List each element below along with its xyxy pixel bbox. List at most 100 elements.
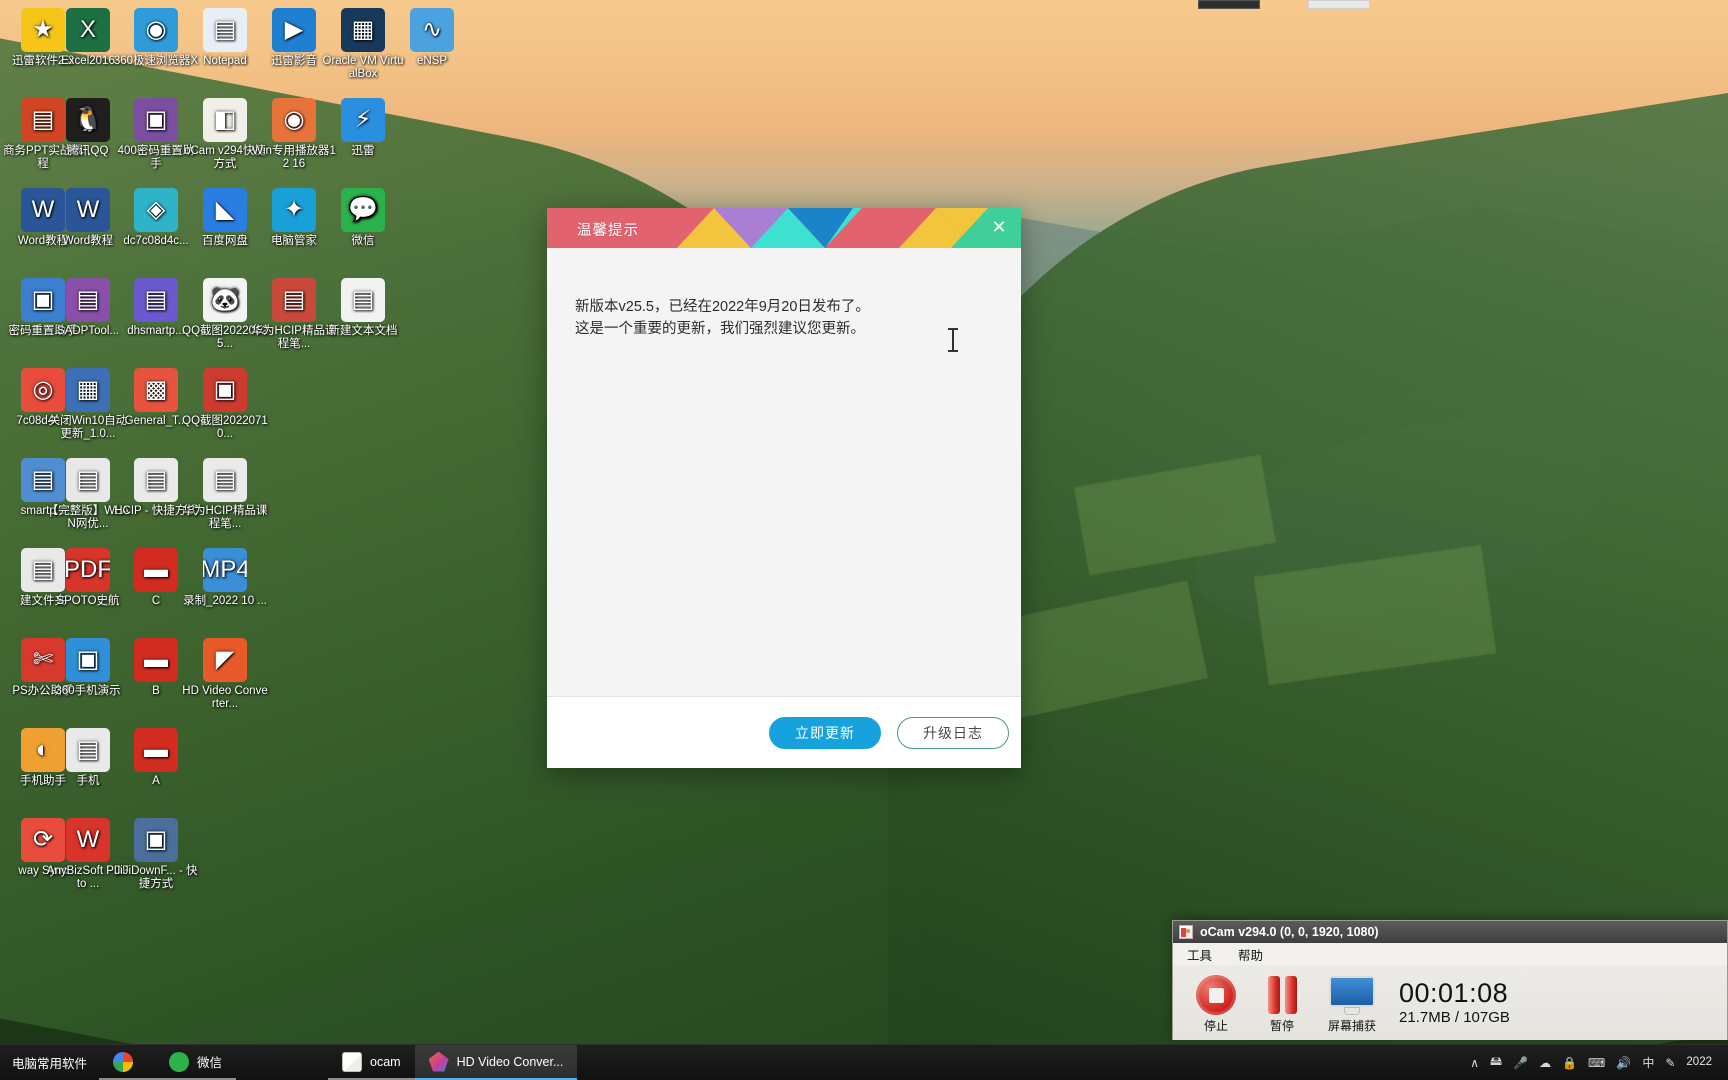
stop-button-label: 停止 — [1203, 1019, 1228, 1033]
desktop-icon-label: HD Video Converter... — [182, 685, 268, 710]
tray-volume-icon[interactable]: 🔊 — [1616, 1056, 1631, 1070]
close-icon[interactable]: ✕ — [987, 216, 1011, 240]
menu-tools[interactable]: 工具 — [1183, 944, 1216, 965]
desktop-icon[interactable]: ⚡ 迅雷 — [320, 98, 406, 158]
ocam-titlebar[interactable]: oCam v294.0 (0, 0, 1920, 1080) — [1173, 921, 1727, 943]
desktop-icon-label: 迅雷 — [351, 145, 375, 157]
taskbar-item-hd-video-converter-label: HD Video Conver... — [456, 1054, 564, 1069]
pause-icon — [1253, 973, 1311, 1017]
desktop-icon-glyph-icon: ∿ — [410, 8, 454, 52]
start-label: 电脑常用软件 — [12, 1057, 88, 1071]
ocam-title-text: oCam v294.0 (0, 0, 1920, 1080) — [1200, 925, 1379, 939]
desktop-icon-glyph-icon: ▤ — [272, 278, 316, 322]
desktop-icon-glyph-icon: ◉ — [134, 8, 178, 52]
desktop-icon-glyph-icon: ▣ — [66, 638, 110, 682]
desktop-icon-glyph-icon: ▤ — [203, 8, 247, 52]
desktop-icon-glyph-icon: 🐧 — [66, 98, 110, 142]
desktop-icon[interactable]: ∿ eNSP — [389, 8, 475, 68]
dialog-message-line-1: 新版本v25.5，已经在2022年9月20日发布了。 — [575, 299, 870, 315]
tray-microphone-icon[interactable]: 🎤 — [1513, 1056, 1528, 1070]
changelog-button[interactable]: 升级日志 — [897, 716, 1009, 749]
stop-icon — [1187, 973, 1245, 1017]
desktop-icon[interactable]: ▣ JiJiDownF... - 快捷方式 — [113, 818, 199, 890]
screen-capture-button[interactable]: 屏幕捕获 — [1319, 973, 1385, 1034]
desktop-icon[interactable]: ▤ 华为HCIP精品课程笔... — [182, 458, 268, 530]
taskbar-clock[interactable]: 2022 — [1686, 1056, 1718, 1069]
background-field — [1073, 454, 1277, 576]
strip-light — [1308, 0, 1370, 9]
tray-cloud-icon[interactable]: ☁ — [1539, 1056, 1551, 1070]
stop-button[interactable]: 停止 — [1187, 973, 1245, 1034]
desktop-icon-glyph-icon: MP4 — [203, 548, 247, 592]
menu-help[interactable]: 帮助 — [1234, 944, 1267, 965]
desktop-icon-glyph-icon: ▤ — [66, 458, 110, 502]
desktop-icon-glyph-icon: ▣ — [203, 368, 247, 412]
tray-chevron-up-icon[interactable]: ∧ — [1470, 1056, 1479, 1070]
update-now-button[interactable]: 立即更新 — [769, 716, 881, 749]
screen-capture-button-label: 屏幕捕获 — [1327, 1019, 1376, 1033]
desktop-icon-label: QQ截图20220710... — [182, 415, 268, 440]
desktop-icon[interactable]: ▣ QQ截图20220710... — [182, 368, 268, 440]
system-tray: ∧ 🖴 🎤 ☁ 🔒 ⌨ 🔊 中 ✎ 2022 — [1460, 1045, 1728, 1080]
strip-dark — [1198, 0, 1260, 9]
desktop-icon-glyph-icon: ▤ — [203, 458, 247, 502]
desktop-icon-glyph-icon: ✦ — [272, 188, 316, 232]
tray-ime-icon[interactable]: 中 — [1642, 1054, 1654, 1071]
desktop-icon-glyph-icon: ◉ — [272, 98, 316, 142]
desktop-icon-glyph-icon: ▩ — [134, 368, 178, 412]
desktop-icon-glyph-icon: ▤ — [341, 278, 385, 322]
desktop-icon-label: 新建文本文档 — [328, 325, 398, 337]
dialog-footer: 立即更新 升级日志 — [547, 696, 1021, 768]
desktop-icon-glyph-icon: ▣ — [134, 818, 178, 862]
desktop-icon[interactable]: ▬ A — [113, 728, 199, 788]
taskbar-item-wechat-label: 微信 — [197, 1056, 223, 1070]
taskbar-item-ocam-label: ocam — [370, 1054, 401, 1069]
desktop-icon-label: 微信 — [351, 235, 375, 247]
taskbar-item-wechat[interactable]: 微信 — [155, 1045, 237, 1080]
desktop-icon-label: A — [152, 775, 160, 787]
desktop-icon-glyph-icon: 💬 — [341, 188, 385, 232]
tray-pen-icon[interactable]: ✎ — [1665, 1056, 1675, 1070]
desktop-icon-label: 华为HCIP精品课程笔... — [182, 505, 268, 530]
taskbar-item-ocam[interactable]: ocam — [328, 1045, 415, 1080]
desktop-icon[interactable]: ▤ 新建文本文档 — [320, 278, 406, 338]
start-area[interactable]: 电脑常用软件 — [0, 1045, 99, 1080]
taskbar-item-chrome[interactable] — [99, 1045, 156, 1080]
taskbar-spacer — [577, 1045, 1460, 1080]
desktop-icon-glyph-icon: 🐼 — [203, 278, 247, 322]
tray-keyboard-icon[interactable]: ⌨ — [1588, 1056, 1605, 1070]
desktop-icon-glyph-icon: ▬ — [134, 728, 178, 772]
desktop-icon-glyph-icon: W — [66, 188, 110, 232]
desktop-icon-glyph-icon: PDF — [66, 548, 110, 592]
desktop-icon-glyph-icon: ▦ — [66, 368, 110, 412]
tray-disk-icon[interactable]: 🖴 — [1490, 1052, 1502, 1073]
dialog-header: 温馨提示 ✕ — [547, 208, 1021, 248]
desktop: ★ 迅雷软件2.3 X Excel2016 ◉ 360极速浏览器X ▤ Notepad ▶ 迅雷影… — [0, 0, 1728, 1080]
desktop-icon-glyph-icon: ▤ — [134, 278, 178, 322]
recording-size: 21.7MB / 107GB — [1399, 1009, 1510, 1026]
tray-security-icon[interactable]: 🔒 — [1562, 1056, 1577, 1070]
desktop-icon-label: JiJiDownF... - 快捷方式 — [114, 865, 198, 890]
desktop-icon[interactable]: 💬 微信 — [320, 188, 406, 248]
desktop-icon-glyph-icon: ▤ — [134, 458, 178, 502]
ocam-app-icon — [1179, 925, 1193, 939]
taskbar-item-hd-video-converter[interactable]: HD Video Conver... — [414, 1045, 578, 1080]
desktop-icon[interactable]: ◤ HD Video Converter... — [182, 638, 268, 710]
taskbar: 电脑常用软件 微信 ocam HD Video Conver... ∧ 🖴 🎤 … — [0, 1044, 1728, 1080]
desktop-icon-glyph-icon: X — [66, 8, 110, 52]
desktop-icon-glyph-icon: ◧ — [203, 98, 247, 142]
recording-timer: 00:01:08 — [1399, 978, 1509, 1008]
hd-video-converter-icon — [428, 1051, 449, 1072]
desktop-icon-glyph-icon: ▶ — [272, 8, 316, 52]
ocam-icon — [342, 1051, 363, 1072]
dialog-title: 温馨提示 — [577, 223, 639, 239]
screen-capture-icon — [1319, 973, 1385, 1017]
pause-button[interactable]: 暂停 — [1253, 973, 1311, 1034]
wechat-icon — [169, 1051, 190, 1072]
desktop-icon-glyph-icon: ▬ — [134, 638, 178, 682]
desktop-icon[interactable]: MP4 录制_2022 10 ... — [182, 548, 268, 608]
desktop-icon-glyph-icon: ◤ — [203, 638, 247, 682]
pause-button-label: 暂停 — [1269, 1019, 1294, 1033]
desktop-icon-label: 录制_2022 10 ... — [183, 595, 267, 607]
ocam-window: oCam v294.0 (0, 0, 1920, 1080) 工具 帮助 停止 … — [1172, 920, 1728, 1040]
